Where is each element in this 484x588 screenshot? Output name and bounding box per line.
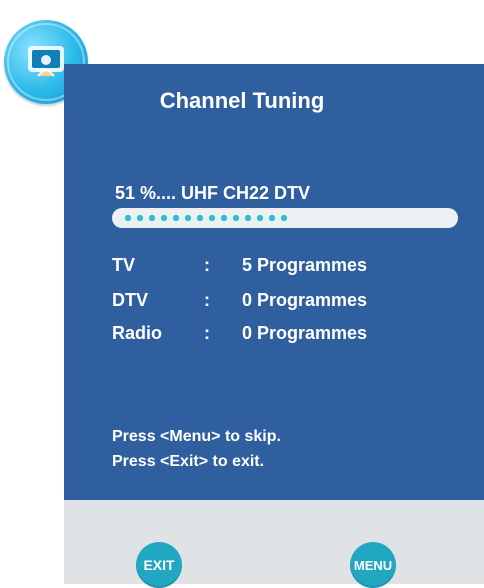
scan-progress-fill: [112, 208, 289, 228]
tv-label: TV: [112, 255, 136, 275]
page-title: Channel Tuning: [159, 88, 325, 113]
radio-colon: :: [204, 323, 210, 343]
footer-bar: [64, 500, 484, 584]
dtv-label: DTV: [112, 290, 148, 310]
channel-tuning-panel: [64, 64, 484, 564]
menu-button[interactable]: MENU: [350, 542, 396, 588]
tv-colon: :: [204, 255, 210, 275]
dtv-colon: :: [204, 290, 210, 310]
exit-hint: Press <Exit> to exit.: [112, 453, 265, 470]
exit-button[interactable]: EXIT: [136, 542, 182, 588]
progress-dots: [124, 214, 289, 222]
scan-status-text: 51 %.... UHF CH22 DTV: [115, 183, 311, 203]
tv-count: 5 Programmes: [242, 255, 368, 275]
scan-progress-bar: [112, 208, 458, 228]
radio-count: 0 Programmes: [242, 323, 368, 343]
dtv-count: 0 Programmes: [242, 290, 368, 310]
skip-hint: Press <Menu> to skip.: [112, 428, 281, 445]
radio-label: Radio: [112, 323, 163, 343]
